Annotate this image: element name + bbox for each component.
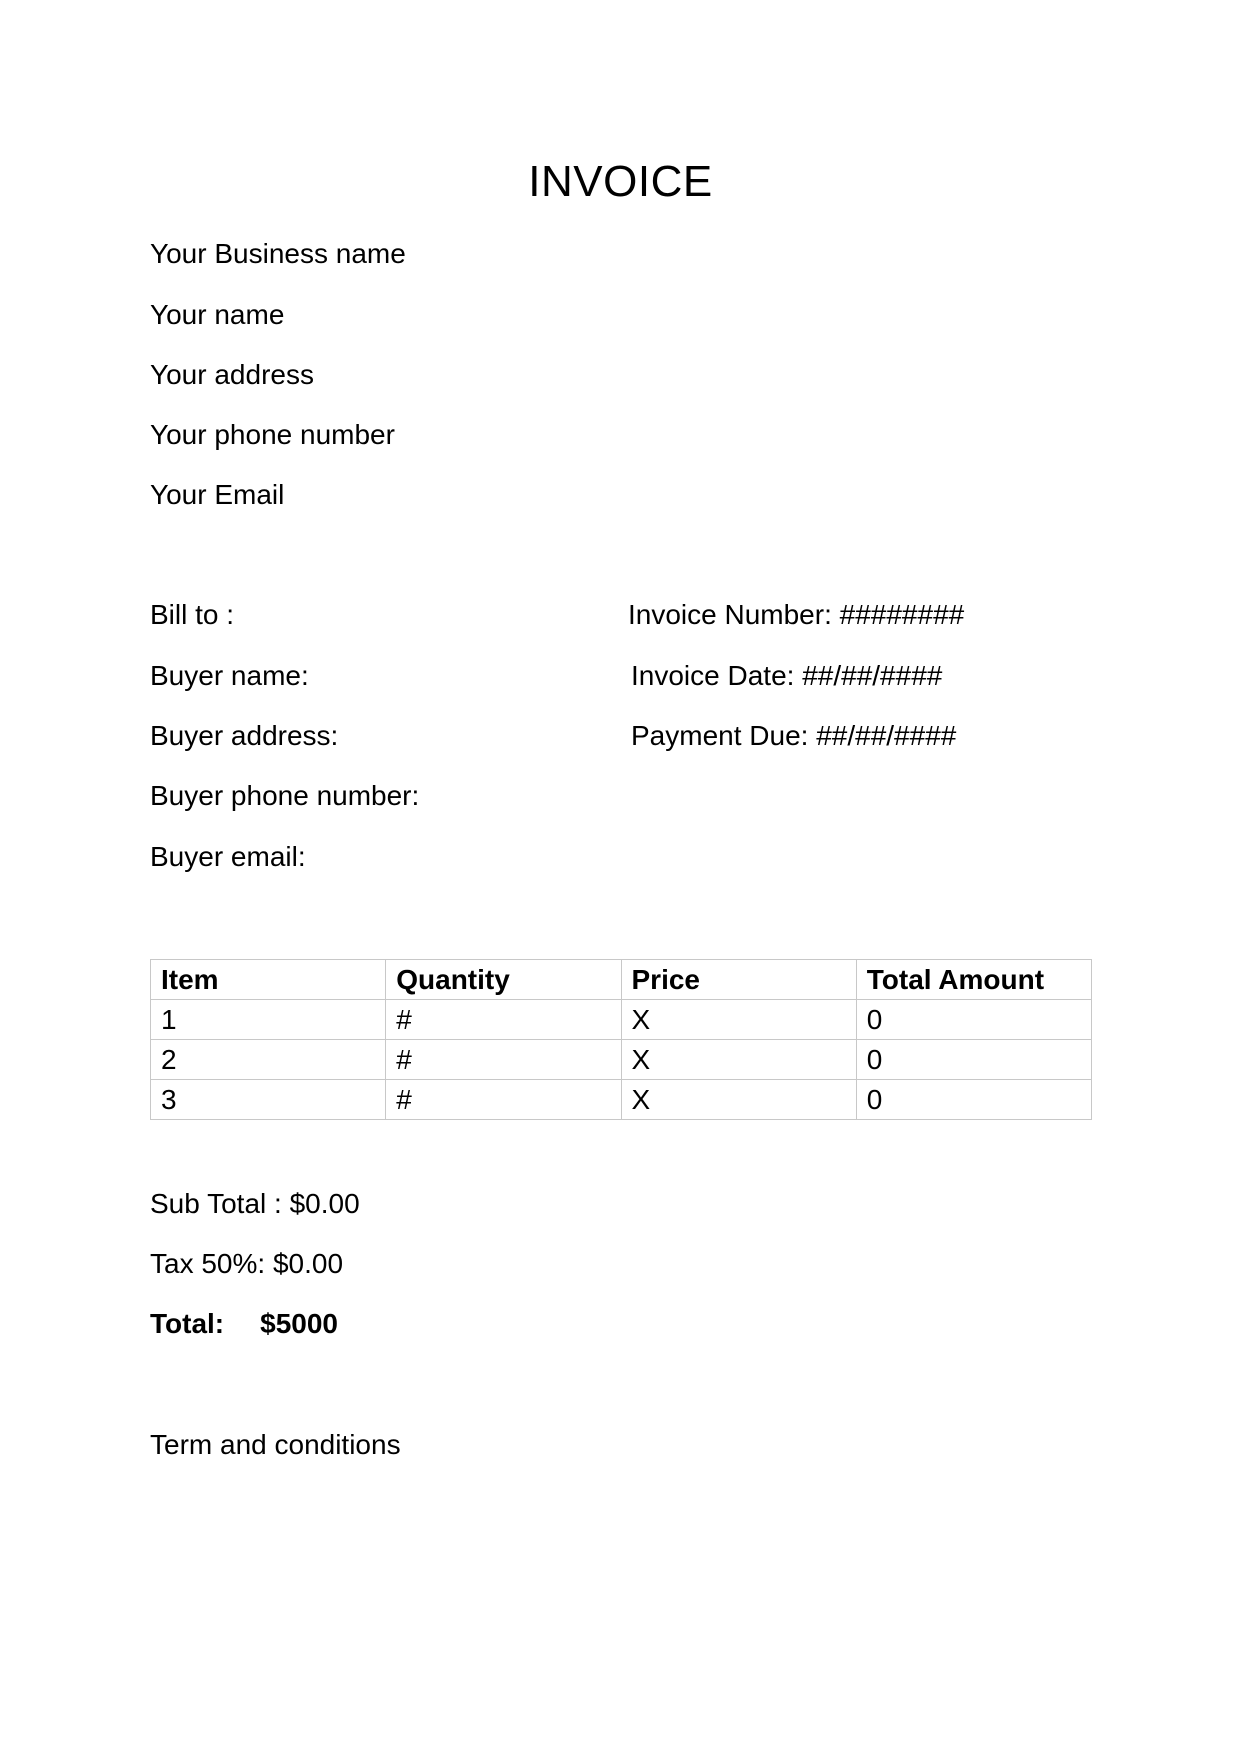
seller-address: Your address [150, 359, 314, 390]
column-header-quantity: Quantity [385, 959, 622, 1000]
subtotal: Sub Total : $0.00 [150, 1188, 360, 1219]
cell-item: 3 [149, 1079, 387, 1120]
cell-total-amount: 0 [855, 1039, 1093, 1080]
seller-business-name: Your Business name [150, 238, 406, 269]
bill-to-heading: Bill to : [150, 599, 235, 630]
buyer-address-label: Buyer address: [150, 720, 339, 751]
buyer-phone-label: Buyer phone number: [150, 780, 420, 811]
cell-item: 1 [149, 999, 387, 1040]
column-header-item: Item [149, 959, 387, 1000]
cell-quantity: # [385, 1079, 622, 1120]
items-table: Item Quantity Price Total Amount 1 # X 0… [149, 959, 1093, 1120]
terms-and-conditions: Term and conditions [150, 1429, 401, 1460]
seller-email: Your Email [150, 479, 285, 510]
seller-name: Your name [150, 299, 285, 330]
table-row: 2 # X 0 [149, 1039, 1093, 1080]
buyer-email-label: Buyer email: [150, 841, 306, 872]
invoice-title: INVOICE [528, 157, 713, 206]
total-label: Total: [150, 1308, 225, 1339]
buyer-name-label: Buyer name: [150, 660, 309, 691]
column-header-total-amount: Total Amount [855, 959, 1093, 1000]
cell-total-amount: 0 [855, 999, 1093, 1040]
cell-price: X [620, 1079, 857, 1120]
cell-item: 2 [149, 1039, 387, 1080]
cell-quantity: # [385, 999, 622, 1040]
grand-total: Total: $5000 [150, 1306, 338, 1342]
invoice-number: Invoice Number: ######## [628, 599, 965, 630]
payment-due: Payment Due: ##/##/#### [631, 720, 957, 751]
cell-total-amount: 0 [855, 1079, 1093, 1120]
total-value: $5000 [260, 1308, 339, 1339]
column-header-price: Price [620, 959, 857, 1000]
cell-price: X [620, 1039, 857, 1080]
tax: Tax 50%: $0.00 [150, 1248, 344, 1279]
invoice-date: Invoice Date: ##/##/#### [631, 660, 943, 691]
cell-price: X [620, 999, 857, 1040]
table-row: 1 # X 0 [149, 999, 1093, 1040]
cell-quantity: # [385, 1039, 622, 1080]
seller-phone: Your phone number [150, 419, 395, 450]
invoice-page: INVOICE Your Business name Your name You… [0, 0, 1241, 1755]
table-header-row: Item Quantity Price Total Amount [149, 959, 1093, 1000]
table-row: 3 # X 0 [149, 1079, 1093, 1120]
